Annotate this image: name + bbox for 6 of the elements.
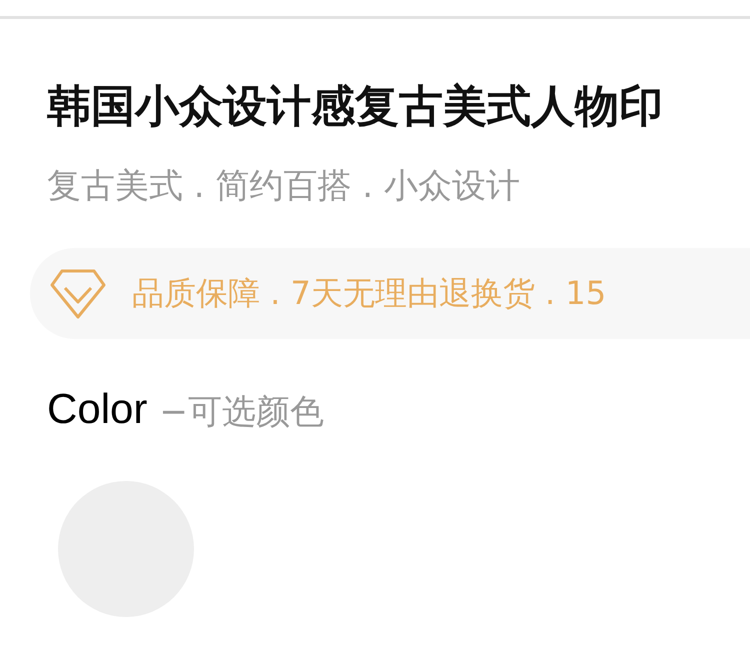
product-title: 韩国小众设计感复古美式人物印 [47,80,664,134]
guarantee-text: 品质保障 . 7天无理由退换货 . 15 [132,272,606,314]
product-tagline: 复古美式 . 简约百搭 . 小众设计 [47,165,521,208]
color-label: Color [47,385,148,433]
color-hint: −可选颜色 [159,391,324,434]
diamond-icon [50,268,106,320]
